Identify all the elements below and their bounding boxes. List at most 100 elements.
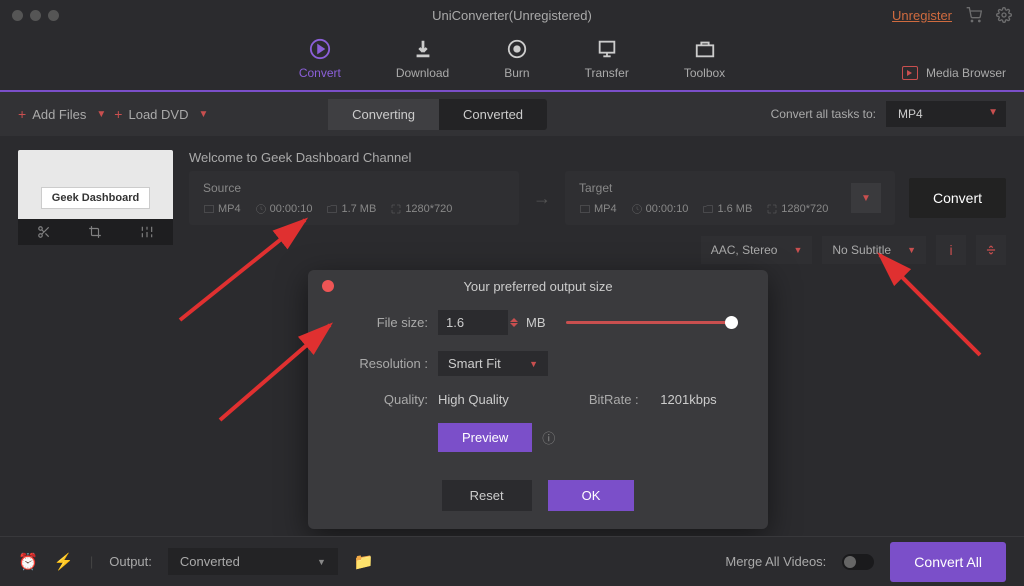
open-folder-icon[interactable]: 📁 <box>354 552 374 572</box>
add-files-button[interactable]: + Add Files ▼ <box>18 106 106 122</box>
video-title: Welcome to Geek Dashboard Channel <box>189 150 1006 165</box>
transfer-icon <box>596 38 618 60</box>
compress-button[interactable] <box>976 235 1006 265</box>
alarm-icon[interactable]: ⏰ <box>18 552 38 572</box>
chevron-down-icon: ▼ <box>907 245 916 255</box>
trim-icon[interactable] <box>37 225 51 239</box>
target-format-dropdown[interactable]: ▼ <box>851 183 881 213</box>
nav-download-label: Download <box>396 66 449 80</box>
nav-burn[interactable]: Burn <box>504 38 529 80</box>
modal-title: Your preferred output size <box>463 279 612 294</box>
preview-button[interactable]: Preview <box>438 423 532 452</box>
chevron-down-icon: ▼ <box>529 359 538 369</box>
nav-convert[interactable]: Convert <box>299 38 341 80</box>
thumbnail-text: Geek Dashboard <box>41 187 150 209</box>
resolution-label: Resolution : <box>338 356 428 371</box>
nav-toolbox[interactable]: Toolbox <box>684 38 725 80</box>
filesize-label: File size: <box>338 315 428 330</box>
output-size-modal: Your preferred output size File size: MB… <box>308 270 768 529</box>
target-size: 1.6 MB <box>702 203 752 215</box>
output-label: Output: <box>109 554 152 569</box>
quality-label: Quality: <box>338 392 428 407</box>
modal-close-button[interactable] <box>322 280 334 292</box>
nav-burn-label: Burn <box>504 66 529 80</box>
audio-select-value: AAC, Stereo <box>711 243 778 257</box>
nav-transfer-label: Transfer <box>585 66 629 80</box>
filesize-slider[interactable] <box>566 321 739 324</box>
source-format: MP4 <box>203 203 241 215</box>
convert-all-format-value: MP4 <box>898 107 923 121</box>
resolution-select[interactable]: Smart Fit ▼ <box>438 351 548 376</box>
media-browser-label: Media Browser <box>926 66 1006 80</box>
filesize-stepper[interactable] <box>510 318 518 327</box>
window-title: UniConverter(Unregistered) <box>432 8 592 23</box>
merge-label: Merge All Videos: <box>725 554 826 569</box>
nav-convert-label: Convert <box>299 66 341 80</box>
thumbnail-controls <box>18 219 173 245</box>
close-window-icon[interactable] <box>12 10 23 21</box>
subtitle-select[interactable]: No Subtitle ▼ <box>822 236 926 264</box>
tab-converted[interactable]: Converted <box>439 99 547 130</box>
quality-value: High Quality <box>438 392 509 407</box>
footer: ⏰ ⚡ | Output: Converted ▼ 📁 Merge All Vi… <box>0 536 1024 586</box>
main-navigation: Convert Download Burn Transfer Toolbox M… <box>0 30 1024 92</box>
target-duration: 00:00:10 <box>631 203 689 215</box>
settings-icon[interactable] <box>996 7 1012 23</box>
arrow-right-icon: → <box>533 188 551 209</box>
ok-button[interactable]: OK <box>548 480 635 511</box>
convert-icon <box>309 38 331 60</box>
plus-icon: + <box>18 106 26 122</box>
download-icon <box>412 38 434 60</box>
audio-select[interactable]: AAC, Stereo ▼ <box>701 236 813 264</box>
add-files-label: Add Files <box>32 107 86 122</box>
speed-icon[interactable]: ⚡ <box>54 552 74 572</box>
load-dvd-button[interactable]: + Load DVD ▼ <box>114 106 208 122</box>
chevron-down-icon: ▼ <box>96 109 106 120</box>
source-resolution: 1280*720 <box>390 203 452 215</box>
target-label: Target <box>579 181 845 195</box>
task-row: Geek Dashboard Welcome to Geek Dashboard… <box>0 136 1024 279</box>
chevron-down-icon: ▼ <box>988 107 998 118</box>
cart-icon[interactable] <box>966 7 982 23</box>
output-folder-select[interactable]: Converted ▼ <box>168 548 338 575</box>
load-dvd-label: Load DVD <box>128 107 188 122</box>
reset-button[interactable]: Reset <box>442 480 532 511</box>
info-icon[interactable]: ⓘ <box>542 428 555 447</box>
nav-transfer[interactable]: Transfer <box>585 38 629 80</box>
merge-toggle[interactable] <box>842 554 874 570</box>
effects-icon[interactable] <box>140 225 154 239</box>
traffic-lights <box>12 10 59 21</box>
nav-toolbox-label: Toolbox <box>684 66 725 80</box>
convert-button[interactable]: Convert <box>909 178 1006 218</box>
plus-icon: + <box>114 106 122 122</box>
source-size: 1.7 MB <box>326 203 376 215</box>
source-duration: 00:00:10 <box>255 203 313 215</box>
media-browser-icon <box>902 66 918 80</box>
info-button[interactable]: i <box>936 235 966 265</box>
subtitle-select-value: No Subtitle <box>832 243 891 257</box>
filesize-input[interactable] <box>438 310 508 335</box>
target-panel: Target MP4 00:00:10 1.6 MB 1280*720 ▼ <box>565 171 895 225</box>
convert-all-format-select[interactable]: MP4 ▼ <box>886 101 1006 127</box>
source-label: Source <box>203 181 505 195</box>
crop-icon[interactable] <box>88 225 102 239</box>
maximize-window-icon[interactable] <box>48 10 59 21</box>
title-bar: UniConverter(Unregistered) Unregister <box>0 0 1024 30</box>
chevron-down-icon: ▼ <box>317 557 326 567</box>
nav-download[interactable]: Download <box>396 38 449 80</box>
source-panel: Source MP4 00:00:10 1.7 MB 1280*720 <box>189 171 519 225</box>
target-format: MP4 <box>579 203 617 215</box>
output-folder-value: Converted <box>180 554 240 569</box>
target-resolution: 1280*720 <box>766 203 828 215</box>
toolbar: + Add Files ▼ + Load DVD ▼ Converting Co… <box>0 92 1024 136</box>
video-thumbnail[interactable]: Geek Dashboard <box>18 150 173 245</box>
slider-handle[interactable] <box>725 316 738 329</box>
unregister-link[interactable]: Unregister <box>892 8 952 23</box>
minimize-window-icon[interactable] <box>30 10 41 21</box>
convert-all-button[interactable]: Convert All <box>890 542 1006 582</box>
bitrate-label: BitRate : <box>589 392 639 407</box>
tab-converting[interactable]: Converting <box>328 99 439 130</box>
burn-icon <box>506 38 528 60</box>
media-browser-button[interactable]: Media Browser <box>902 66 1006 80</box>
compress-icon <box>984 243 998 257</box>
